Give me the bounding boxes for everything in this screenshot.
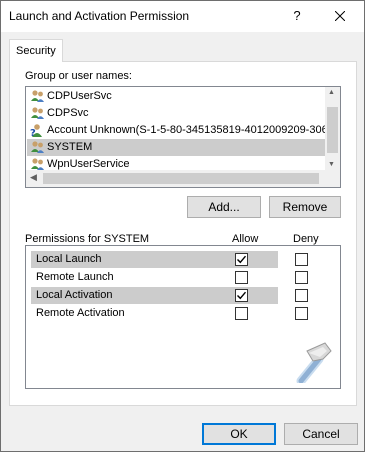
user-group-icon <box>31 90 44 102</box>
permission-label: Local Activation <box>36 289 113 301</box>
list-item-selected[interactable]: SYSTEM <box>27 139 327 156</box>
group-user-listbox[interactable]: CDPUserSvc CDPSvc ? Account Unknown(S-1-… <box>25 86 341 188</box>
close-icon <box>334 10 346 22</box>
checkmark-icon <box>237 255 247 264</box>
local-launch-allow-checkbox[interactable] <box>235 253 248 266</box>
vertical-scroll-thumb[interactable] <box>327 107 338 153</box>
hammer-logo-icon <box>296 342 332 383</box>
permissions-header: Permissions for SYSTEM <box>25 233 150 245</box>
allow-column-header: Allow <box>232 233 259 245</box>
svg-text:?: ? <box>30 128 36 138</box>
scroll-left-icon[interactable]: ◀ <box>30 172 37 183</box>
group-list-label: Group or user names: <box>25 70 132 82</box>
unknown-account-icon: ? <box>30 124 42 138</box>
scroll-up-icon[interactable]: ▲ <box>328 89 335 96</box>
list-item-label: CDPUserSvc <box>47 90 112 102</box>
add-button[interactable]: Add... <box>187 196 261 218</box>
local-activation-allow-checkbox[interactable] <box>235 289 248 302</box>
tab-security[interactable]: Security <box>9 39 63 62</box>
permission-label: Remote Launch <box>36 271 114 283</box>
list-item-label: CDPSvc <box>47 107 89 119</box>
list-item-label: SYSTEM <box>47 141 93 153</box>
list-item[interactable]: CDPUserSvc <box>27 88 327 105</box>
checkmark-icon <box>237 291 247 300</box>
remote-launch-deny-checkbox[interactable] <box>295 271 308 284</box>
permission-label: Local Launch <box>36 253 102 265</box>
horizontal-scroll-thumb[interactable] <box>43 173 319 184</box>
list-item-label: WpnUserService <box>47 158 130 170</box>
remote-launch-allow-checkbox[interactable] <box>235 271 248 284</box>
user-group-icon <box>31 141 44 153</box>
horizontal-scrollbar[interactable]: ◀ ▶ <box>26 170 340 187</box>
list-item-label: Account Unknown(S-1-5-80-345135819-40120… <box>47 124 334 136</box>
vertical-scrollbar[interactable]: ▲ ▼ <box>325 87 340 170</box>
scrollbar-corner <box>325 170 340 187</box>
help-button[interactable]: ? <box>283 3 311 29</box>
close-button[interactable] <box>322 3 358 29</box>
remote-activation-deny-checkbox[interactable] <box>295 307 308 320</box>
deny-column-header: Deny <box>293 233 319 245</box>
remote-activation-allow-checkbox[interactable] <box>235 307 248 320</box>
dialog-window: Launch and Activation Permission ? Secur… <box>0 0 365 452</box>
scroll-down-icon[interactable]: ▼ <box>328 161 335 168</box>
title-bar: Launch and Activation Permission ? <box>1 1 364 32</box>
user-group-icon <box>31 107 44 119</box>
cancel-button[interactable]: Cancel <box>284 423 358 445</box>
ok-button[interactable]: OK <box>202 423 276 445</box>
window-title: Launch and Activation Permission <box>9 9 190 23</box>
local-launch-deny-checkbox[interactable] <box>295 253 308 266</box>
list-item[interactable]: CDPSvc <box>27 105 327 122</box>
remove-button[interactable]: Remove <box>269 196 341 218</box>
local-activation-deny-checkbox[interactable] <box>295 289 308 302</box>
list-item[interactable]: ? Account Unknown(S-1-5-80-345135819-401… <box>27 122 334 139</box>
permission-label: Remote Activation <box>36 307 125 319</box>
